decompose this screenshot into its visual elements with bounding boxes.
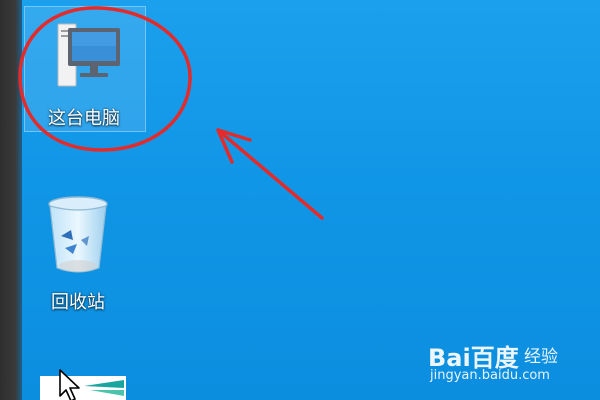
mouse-cursor-icon [59, 369, 80, 400]
desktop[interactable]: 这台电脑 回收站 Bai百度 经验 jingyan.baidu.com [0, 0, 600, 400]
watermark-url: jingyan.baidu.com [430, 368, 550, 383]
computer-icon [57, 23, 120, 87]
recycle-bin-icon [48, 196, 108, 273]
desktop-icon-label-recycle-bin: 回收站 [51, 292, 105, 313]
desktop-icon-label-this-pc: 这台电脑 [48, 108, 120, 129]
desktop-icon-this-pc[interactable]: 这台电脑 [24, 12, 144, 130]
annotation-arrow [216, 128, 324, 220]
desktop-icon-recycle-bin[interactable]: 回收站 [18, 190, 138, 314]
watermark-suffix: 经验 [524, 347, 558, 367]
desktop-icon-partial[interactable] [30, 376, 150, 400]
